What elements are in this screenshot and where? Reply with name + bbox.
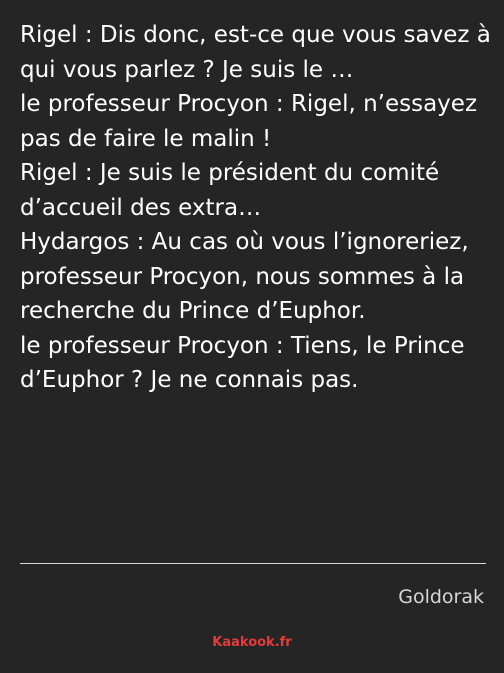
quote-text: Rigel : Dis donc, est-ce que vous savez … [20,18,492,398]
quote-line: le professeur Procyon : Rigel, n’essayez… [20,91,478,152]
divider [20,563,486,564]
quote-line: Rigel : Dis donc, est-ce que vous savez … [20,22,491,83]
quote-author: Goldorak [398,586,484,608]
site-watermark: Kaakook.fr [212,635,292,650]
quote-line: le professeur Procyon : Tiens, le Prince… [20,332,465,394]
quote-line: Rigel : Je suis le président du comité d… [20,160,440,221]
quote-line: Hydargos : Au cas où vous l’ignoreriez, … [20,229,469,324]
